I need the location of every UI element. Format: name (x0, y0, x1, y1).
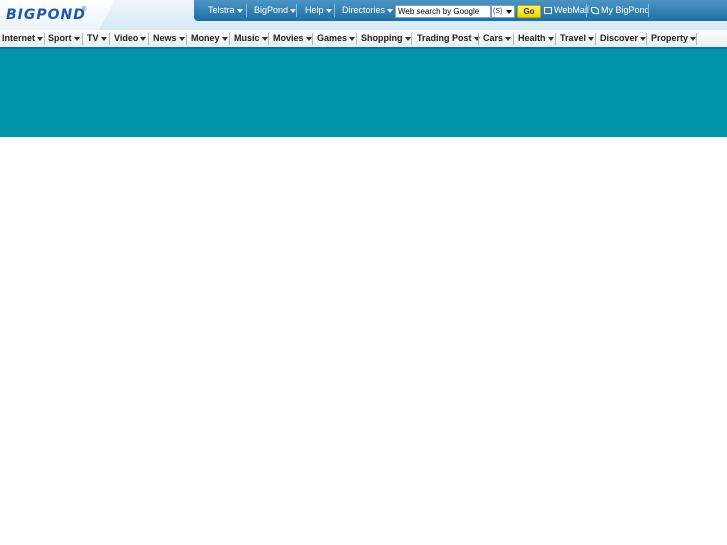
telstra-menu[interactable]: Telstra (208, 0, 243, 21)
directories-menu[interactable]: Directories (342, 0, 394, 21)
nav-divider (229, 33, 230, 45)
chevron-down-icon (73, 36, 80, 41)
nav-item-label: News (153, 33, 177, 43)
chevron-down-icon (547, 36, 554, 41)
nav-item-label: Money (191, 33, 220, 43)
nav-divider (44, 33, 45, 45)
nav-divider (478, 33, 479, 45)
chevron-down-icon (140, 36, 147, 41)
chevron-down-icon (178, 36, 185, 41)
nav-divider (356, 33, 357, 45)
nav-item-label: Games (317, 33, 348, 43)
divider (296, 4, 297, 17)
nav-item-label: Video (114, 33, 139, 43)
divider (334, 4, 335, 17)
nav-item-cars[interactable]: Cars (483, 30, 512, 47)
nav-divider (555, 33, 556, 45)
bigpond-menu[interactable]: BigPond (254, 0, 297, 21)
nav-item-discover[interactable]: Discover (600, 30, 647, 47)
header: BIGPOND ® Telstra BigPond Help Directori… (0, 0, 727, 30)
search-scope-value: (S) (493, 8, 503, 15)
search-input[interactable]: Web search by Google (395, 5, 491, 18)
chevron-down-icon (100, 36, 107, 41)
key-icon (591, 7, 599, 15)
nav-item-label: Trading Post (417, 33, 472, 43)
chevron-down-icon (505, 36, 512, 41)
nav-item-tv[interactable]: TV (87, 30, 107, 47)
nav-item-label: Travel (560, 33, 587, 43)
main-nav: Internet Sport TV Video News Money Music… (0, 30, 727, 49)
chevron-down-icon (404, 36, 411, 41)
divider (246, 4, 247, 17)
page: BIGPOND ® Telstra BigPond Help Directori… (0, 0, 727, 545)
nav-item-label: Health (518, 33, 546, 43)
search-scope-select[interactable]: (S) (491, 5, 515, 18)
chevron-down-icon (221, 36, 228, 41)
logo-registered-mark: ® (82, 7, 87, 13)
nav-item-label: TV (87, 33, 99, 43)
nav-item-games[interactable]: Games (317, 30, 356, 47)
chevron-down-icon (387, 8, 394, 13)
help-menu[interactable]: Help (305, 0, 332, 21)
envelope-icon (544, 7, 552, 15)
nav-divider (148, 33, 149, 45)
nav-divider (268, 33, 269, 45)
nav-item-health[interactable]: Health (518, 30, 554, 47)
help-menu-label: Help (305, 5, 324, 15)
nav-item-label: Sport (48, 33, 72, 43)
bigpond-logo[interactable]: BIGPOND (6, 6, 86, 24)
nav-divider (411, 33, 412, 45)
nav-item-label: Shopping (361, 33, 403, 43)
chevron-down-icon (37, 36, 44, 41)
chevron-down-icon (325, 8, 332, 13)
nav-divider (595, 33, 596, 45)
nav-divider (696, 33, 697, 45)
chevron-down-icon (588, 36, 595, 41)
nav-item-label: Property (651, 33, 689, 43)
directories-menu-label: Directories (342, 5, 386, 15)
go-button[interactable]: Go (517, 5, 541, 18)
logo-area: BIGPOND ® (0, 0, 115, 30)
chevron-down-icon (506, 10, 512, 14)
nav-item-internet[interactable]: Internet (2, 30, 44, 47)
chevron-down-icon (305, 36, 312, 41)
nav-item-label: Internet (2, 33, 36, 43)
nav-divider (646, 33, 647, 45)
nav-divider (186, 33, 187, 45)
nav-item-sport[interactable]: Sport (48, 30, 80, 47)
webmail-label: WebMail (554, 5, 589, 15)
my-bigpond-link[interactable]: My BigPond (591, 0, 650, 21)
nav-item-travel[interactable]: Travel (560, 30, 595, 47)
nav-item-trading-post[interactable]: Trading Post (417, 30, 480, 47)
nav-item-money[interactable]: Money (191, 30, 228, 47)
my-bigpond-label: My BigPond (601, 5, 650, 15)
webmail-link[interactable]: WebMail (544, 0, 589, 21)
chevron-down-icon (261, 36, 268, 41)
utility-bar: Telstra BigPond Help Directories Web sea… (194, 0, 727, 21)
main-content (0, 137, 727, 545)
nav-item-music[interactable]: Music (234, 30, 268, 47)
chevron-down-icon (236, 8, 243, 13)
nav-item-shopping[interactable]: Shopping (361, 30, 411, 47)
telstra-menu-label: Telstra (208, 5, 235, 15)
nav-divider (312, 33, 313, 45)
nav-item-label: Movies (273, 33, 304, 43)
nav-divider (109, 33, 110, 45)
divider (648, 4, 649, 17)
nav-divider (82, 33, 83, 45)
nav-item-property[interactable]: Property (651, 30, 697, 47)
nav-item-movies[interactable]: Movies (273, 30, 312, 47)
hero-banner (0, 49, 727, 137)
nav-item-video[interactable]: Video (114, 30, 147, 47)
nav-divider (513, 33, 514, 45)
nav-item-label: Cars (483, 33, 504, 43)
nav-item-label: Music (234, 33, 260, 43)
nav-item-label: Discover (600, 33, 639, 43)
bigpond-menu-label: BigPond (254, 5, 289, 15)
nav-item-news[interactable]: News (153, 30, 185, 47)
chevron-down-icon (349, 36, 356, 41)
divider (586, 4, 587, 17)
